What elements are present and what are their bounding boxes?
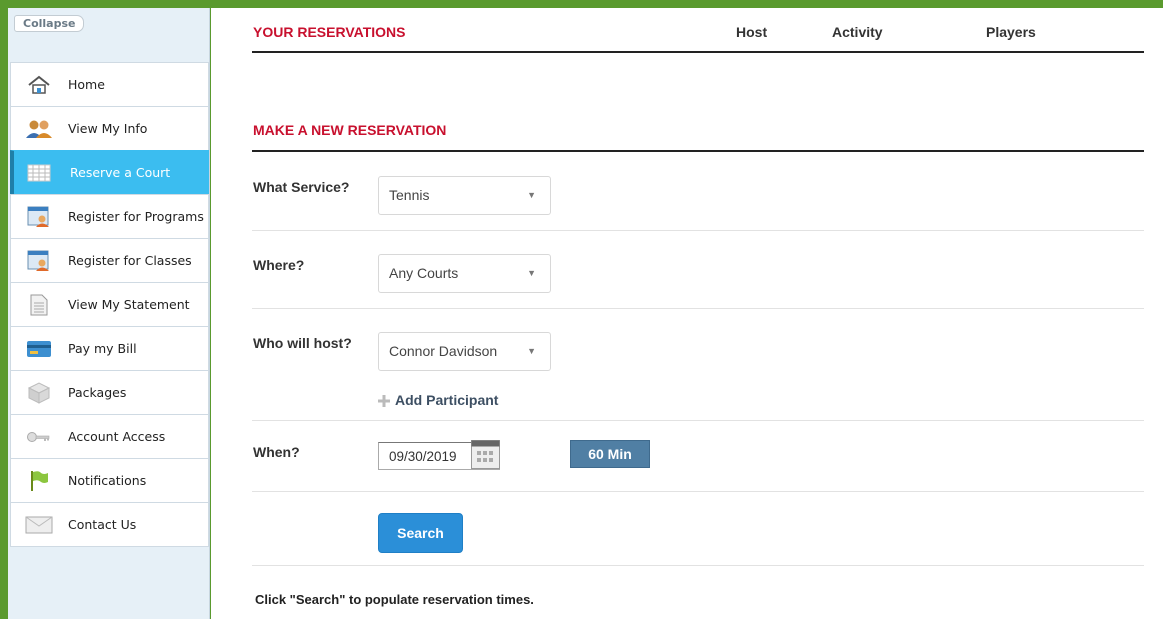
add-participant-link[interactable]: Add Participant (378, 392, 498, 408)
service-value: Tennis (389, 187, 430, 203)
sidebar: Collapse Home View My Info Reserve a Cou… (8, 8, 210, 619)
sidebar-item-register-for-classes[interactable]: Register for Classes (10, 238, 209, 283)
calendar-icon[interactable] (471, 440, 500, 469)
host-select[interactable]: Connor Davidson ▼ (378, 332, 551, 371)
add-participant-label: Add Participant (395, 392, 499, 408)
host-label: Who will host? (253, 335, 352, 351)
where-value: Any Courts (389, 265, 459, 281)
where-select[interactable]: Any Courts ▼ (378, 254, 551, 293)
sidebar-item-label: View My Statement (68, 297, 190, 312)
register-icon (25, 206, 53, 228)
row-divider (252, 230, 1144, 231)
sidebar-item-contact-us[interactable]: Contact Us (10, 502, 209, 547)
calendar-grid-icon (25, 162, 53, 184)
flag-icon (25, 470, 53, 492)
reservations-title: YOUR RESERVATIONS (253, 24, 406, 40)
host-value: Connor Davidson (389, 343, 498, 359)
service-label: What Service? (253, 179, 350, 195)
sidebar-item-home[interactable]: Home (10, 62, 209, 107)
service-select[interactable]: Tennis ▼ (378, 176, 551, 215)
chevron-down-icon: ▼ (527, 190, 536, 200)
column-activity: Activity (832, 24, 883, 40)
people-icon (25, 118, 53, 140)
home-icon (25, 74, 53, 96)
sidebar-item-label: Pay my Bill (68, 341, 137, 356)
column-host: Host (736, 24, 768, 40)
envelope-icon (25, 514, 53, 536)
main-content: YOUR RESERVATIONS Host Activity Players … (211, 8, 1163, 619)
sidebar-item-label: Register for Classes (68, 253, 192, 268)
row-divider (252, 308, 1144, 309)
sidebar-item-label: Reserve a Court (70, 165, 171, 180)
sidebar-item-label: Contact Us (68, 517, 137, 532)
sidebar-item-register-for-programs[interactable]: Register for Programs (10, 194, 209, 239)
statement-icon (25, 294, 53, 316)
row-divider (252, 420, 1144, 421)
credit-card-icon (25, 338, 53, 360)
package-icon (25, 381, 53, 404)
row-divider (252, 565, 1144, 566)
plus-icon (378, 394, 390, 407)
column-players: Players (986, 24, 1036, 40)
sidebar-item-notifications[interactable]: Notifications (10, 458, 209, 503)
sidebar-nav: Home View My Info Reserve a Court Regist… (10, 62, 209, 547)
sidebar-item-view-my-statement[interactable]: View My Statement (10, 282, 209, 327)
sidebar-item-view-my-info[interactable]: View My Info (10, 106, 209, 151)
where-label: Where? (253, 257, 305, 273)
sidebar-item-label: Notifications (68, 473, 147, 488)
sidebar-item-label: View My Info (68, 121, 148, 136)
row-divider (252, 491, 1144, 492)
sidebar-item-label: Register for Programs (68, 209, 204, 224)
sidebar-item-label: Home (68, 77, 105, 92)
sidebar-item-label: Account Access (68, 429, 166, 444)
chevron-down-icon: ▼ (527, 346, 536, 356)
search-button[interactable]: Search (378, 513, 463, 553)
sidebar-item-account-access[interactable]: Account Access (10, 414, 209, 459)
chevron-down-icon: ▼ (527, 268, 536, 278)
when-label: When? (253, 444, 300, 460)
search-hint: Click "Search" to populate reservation t… (255, 592, 534, 607)
collapse-button[interactable]: Collapse (14, 15, 85, 32)
sidebar-item-pay-my-bill[interactable]: Pay my Bill (10, 326, 209, 371)
register-icon (25, 250, 53, 272)
sidebar-item-label: Packages (68, 385, 127, 400)
duration-button[interactable]: 60 Min (570, 440, 650, 468)
keys-icon (25, 426, 53, 448)
sidebar-item-packages[interactable]: Packages (10, 370, 209, 415)
new-reservation-divider (252, 150, 1144, 152)
reservations-divider (252, 51, 1144, 53)
sidebar-item-reserve-a-court[interactable]: Reserve a Court (10, 150, 209, 195)
new-reservation-title: MAKE A NEW RESERVATION (253, 122, 447, 138)
